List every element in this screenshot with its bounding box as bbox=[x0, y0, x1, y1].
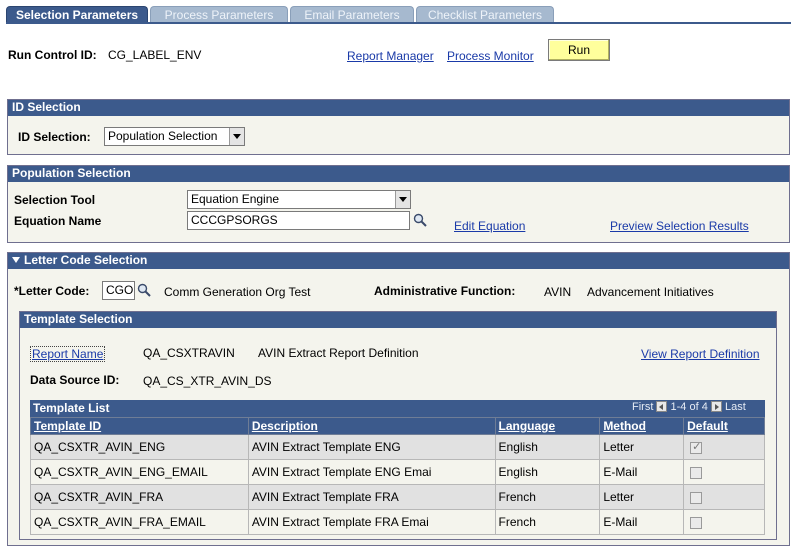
equation-name-label: Equation Name bbox=[14, 214, 102, 228]
table-row: QA_CSXTR_AVIN_ENG_EMAIL AVIN Extract Tem… bbox=[30, 459, 765, 485]
letter-code-group: Letter Code Selection *Letter Code: CGO … bbox=[7, 252, 790, 546]
magnifier-icon[interactable] bbox=[413, 213, 427, 227]
tab-checklist-parameters[interactable]: Checklist Parameters bbox=[416, 6, 554, 23]
chevron-down-icon bbox=[229, 128, 244, 145]
method-cell: Letter bbox=[599, 434, 685, 460]
description-cell: AVIN Extract Template FRA bbox=[247, 484, 496, 510]
template-selection-header: Template Selection bbox=[20, 312, 776, 328]
table-row: QA_CSXTR_AVIN_FRA_EMAIL AVIN Extract Tem… bbox=[30, 509, 765, 535]
language-cell: French bbox=[494, 484, 601, 510]
tab-underline bbox=[6, 22, 791, 24]
view-report-definition-link[interactable]: View Report Definition bbox=[641, 347, 760, 361]
template-list-table: Template ID Description Language Method … bbox=[30, 417, 765, 535]
run-button[interactable]: Run bbox=[548, 39, 610, 61]
grid-navigation: First 1-4 of 4 Last bbox=[632, 401, 746, 413]
table-row: QA_CSXTR_AVIN_ENG AVIN Extract Template … bbox=[30, 434, 765, 460]
default-checkbox[interactable] bbox=[690, 516, 703, 529]
template-id-cell: QA_CSXTR_AVIN_ENG bbox=[30, 434, 249, 460]
id-selection-header: ID Selection bbox=[8, 100, 789, 116]
default-checkbox[interactable] bbox=[690, 491, 703, 504]
column-description[interactable]: Description bbox=[247, 417, 496, 435]
default-checkbox[interactable] bbox=[690, 466, 703, 479]
report-name-value: QA_CSXTRAVIN bbox=[143, 346, 235, 360]
selection-tool-value: Equation Engine bbox=[191, 192, 280, 206]
letter-code-label: *Letter Code: bbox=[14, 284, 90, 298]
triangle-down-icon bbox=[12, 257, 20, 263]
description-cell: AVIN Extract Template ENG Emai bbox=[247, 459, 496, 485]
template-id-cell: QA_CSXTR_AVIN_FRA bbox=[30, 484, 249, 510]
language-cell: French bbox=[494, 509, 601, 535]
letter-code-header[interactable]: Letter Code Selection bbox=[8, 253, 789, 269]
template-id-cell: QA_CSXTR_AVIN_FRA_EMAIL bbox=[30, 509, 249, 535]
tab-process-parameters[interactable]: Process Parameters bbox=[150, 6, 288, 23]
template-id-cell: QA_CSXTR_AVIN_ENG_EMAIL bbox=[30, 459, 249, 485]
table-row: QA_CSXTR_AVIN_FRA AVIN Extract Template … bbox=[30, 484, 765, 510]
population-selection-header: Population Selection bbox=[8, 166, 789, 182]
letter-code-input[interactable]: CGO bbox=[102, 281, 135, 300]
report-name-description: AVIN Extract Report Definition bbox=[258, 346, 419, 360]
default-cell bbox=[683, 509, 765, 535]
method-cell: E-Mail bbox=[599, 459, 685, 485]
run-control-label: Run Control ID: bbox=[8, 48, 97, 62]
description-cell: AVIN Extract Template ENG bbox=[247, 434, 496, 460]
administrative-function-description: Advancement Initiatives bbox=[587, 285, 714, 299]
tab-email-parameters[interactable]: Email Parameters bbox=[290, 6, 414, 23]
id-selection-group: ID Selection ID Selection: Population Se… bbox=[7, 99, 790, 155]
selection-tool-label: Selection Tool bbox=[14, 193, 96, 207]
administrative-function-label: Administrative Function: bbox=[374, 284, 516, 298]
equation-name-input[interactable]: CCCGPSORGS bbox=[187, 211, 410, 230]
letter-code-title: Letter Code Selection bbox=[24, 253, 148, 267]
default-checkbox[interactable] bbox=[690, 440, 703, 454]
population-selection-group: Population Selection Selection Tool Equa… bbox=[7, 165, 790, 243]
default-cell bbox=[683, 434, 765, 460]
column-language[interactable]: Language bbox=[494, 417, 601, 435]
previous-icon[interactable] bbox=[656, 401, 668, 412]
magnifier-icon[interactable] bbox=[137, 283, 151, 297]
next-icon[interactable] bbox=[710, 401, 722, 412]
preview-selection-results-link[interactable]: Preview Selection Results bbox=[610, 219, 749, 233]
template-list-title: Template List bbox=[33, 401, 110, 415]
column-default[interactable]: Default bbox=[683, 417, 765, 435]
report-name-link[interactable]: Report Name bbox=[30, 346, 106, 362]
run-control-value: CG_LABEL_ENV bbox=[108, 48, 202, 62]
edit-equation-link[interactable]: Edit Equation bbox=[454, 219, 525, 233]
administrative-function-code: AVIN bbox=[544, 285, 572, 299]
data-source-label: Data Source ID: bbox=[30, 373, 120, 387]
method-cell: E-Mail bbox=[599, 509, 685, 535]
nav-last[interactable]: Last bbox=[725, 401, 746, 413]
template-selection-group: Template Selection Report Name QA_CSXTRA… bbox=[19, 311, 777, 540]
tab-selection-parameters[interactable]: Selection Parameters bbox=[6, 6, 148, 23]
column-template-id[interactable]: Template ID bbox=[30, 417, 249, 435]
selection-tool-dropdown[interactable]: Equation Engine bbox=[187, 190, 411, 209]
method-cell: Letter bbox=[599, 484, 685, 510]
column-method[interactable]: Method bbox=[599, 417, 685, 435]
description-cell: AVIN Extract Template FRA Emai bbox=[247, 509, 496, 535]
report-manager-link[interactable]: Report Manager bbox=[347, 49, 434, 63]
language-cell: English bbox=[494, 459, 601, 485]
id-selection-dropdown[interactable]: Population Selection bbox=[104, 127, 245, 146]
data-source-value: QA_CS_XTR_AVIN_DS bbox=[143, 374, 272, 388]
language-cell: English bbox=[494, 434, 601, 460]
nav-range: 1-4 of 4 bbox=[670, 401, 708, 413]
default-cell bbox=[683, 459, 765, 485]
id-selection-label: ID Selection: bbox=[18, 130, 91, 144]
id-selection-value: Population Selection bbox=[108, 129, 218, 143]
nav-first[interactable]: First bbox=[632, 401, 653, 413]
process-monitor-link[interactable]: Process Monitor bbox=[447, 49, 534, 63]
letter-code-description: Comm Generation Org Test bbox=[164, 285, 311, 299]
default-cell bbox=[683, 484, 765, 510]
chevron-down-icon bbox=[395, 191, 410, 208]
